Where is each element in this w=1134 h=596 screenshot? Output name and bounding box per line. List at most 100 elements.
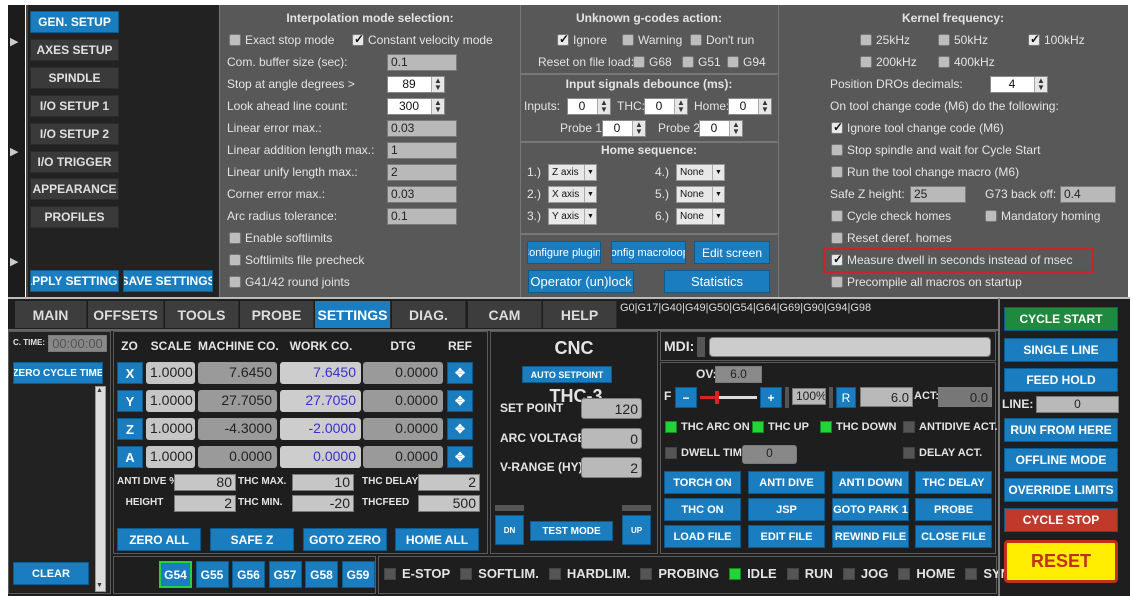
kernel-100khz-checkbox[interactable] bbox=[1028, 32, 1040, 46]
ref-home-x-icon[interactable]: ✥ bbox=[447, 362, 473, 384]
work-coord-y[interactable]: 27.7050 bbox=[280, 390, 361, 412]
dont-run-checkbox[interactable] bbox=[690, 34, 702, 46]
mandatory-homing-checkbox[interactable] bbox=[985, 210, 997, 222]
auto-setpoint-button[interactable]: AUTO SETPOINT bbox=[522, 366, 612, 383]
param-anti-dive-input[interactable]: 80 bbox=[174, 474, 236, 491]
feed-increase-button[interactable]: + bbox=[760, 387, 782, 408]
sidebar-item-profiles[interactable]: PROFILES bbox=[30, 206, 119, 229]
home-step-3-dropdown[interactable]: Y axis ▼ bbox=[548, 208, 597, 225]
tab-diag[interactable]: DIAG. bbox=[392, 301, 466, 328]
close-file-button[interactable]: CLOSE FILE bbox=[915, 525, 992, 548]
linear-error-max-input[interactable]: 0.03 bbox=[387, 120, 457, 137]
work-offset-g54-button[interactable]: G54 bbox=[159, 561, 192, 588]
override-limits-button[interactable]: OVERRIDE LIMITS bbox=[1004, 478, 1118, 502]
tab-offsets[interactable]: OFFSETS bbox=[88, 301, 164, 328]
tab-main[interactable]: MAIN bbox=[15, 301, 87, 328]
arc-radius-tolerance-input[interactable]: 0.1 bbox=[387, 208, 457, 225]
anti-dive-button[interactable]: ANTI DIVE bbox=[748, 471, 825, 494]
measure-dwell-seconds-checkbox[interactable] bbox=[831, 252, 843, 266]
zero-all-button[interactable]: ZERO ALL bbox=[117, 528, 201, 551]
exact-stop-mode-checkbox[interactable] bbox=[229, 34, 241, 46]
param-thc-delay-input[interactable]: 2 bbox=[418, 474, 480, 491]
work-offset-g59-button[interactable]: G59 bbox=[341, 561, 375, 588]
tab-probe[interactable]: PROBE bbox=[240, 301, 314, 328]
probe-button[interactable]: PROBE bbox=[915, 498, 992, 521]
param-height-input[interactable]: 2 bbox=[174, 495, 236, 512]
thc-down-arrow-icon[interactable]: DN bbox=[495, 515, 524, 545]
work-coord-x[interactable]: 7.6450 bbox=[280, 362, 361, 384]
tab-cam[interactable]: CAM bbox=[468, 301, 542, 328]
expand-arrow-icon[interactable]: ▶ bbox=[10, 34, 18, 50]
axis-z-zero-button[interactable]: Z bbox=[117, 418, 143, 440]
probe1-debounce-spinner[interactable]: 0 ▲ ▼ bbox=[602, 120, 646, 137]
g73-back-off-input[interactable]: 0.4 bbox=[1060, 186, 1116, 203]
tab-help[interactable]: HELP bbox=[543, 301, 617, 328]
expand-arrow-icon[interactable]: ▶ bbox=[10, 144, 18, 160]
work-coord-z[interactable]: -2.0000 bbox=[280, 418, 361, 440]
mdi-input[interactable] bbox=[709, 337, 991, 357]
load-file-button[interactable]: LOAD FILE bbox=[664, 525, 741, 548]
spin-arrows-icon[interactable]: ▲ ▼ bbox=[431, 99, 444, 114]
cycle-start-button[interactable]: CYCLE START bbox=[1004, 307, 1118, 331]
home-step-1-dropdown[interactable]: Z axis ▼ bbox=[548, 164, 597, 181]
run-from-here-button[interactable]: RUN FROM HERE bbox=[1004, 418, 1118, 442]
spin-arrows-icon[interactable]: ▲ ▼ bbox=[597, 99, 610, 114]
run-tool-change-macro-checkbox[interactable] bbox=[831, 166, 843, 178]
feed-override-percent[interactable]: 100% bbox=[792, 388, 826, 405]
stop-at-angle-degrees-spinner[interactable]: 89 ▲ ▼ bbox=[387, 76, 445, 93]
g68-checkbox[interactable] bbox=[633, 56, 645, 68]
slider-handle[interactable] bbox=[715, 391, 720, 404]
safe-z-input[interactable]: 25 bbox=[910, 186, 966, 203]
offline-mode-button[interactable]: OFFLINE MODE bbox=[1004, 448, 1118, 472]
scale-y[interactable]: 1.0000 bbox=[146, 390, 195, 412]
arc-voltage-input[interactable]: 0 bbox=[581, 428, 642, 449]
sidebar-item-i-o-trigger[interactable]: I/O TRIGGER bbox=[30, 150, 119, 173]
sidebar-item-i-o-setup-1[interactable]: I/O SETUP 1 bbox=[30, 94, 119, 117]
com-buffer-size-sec-input[interactable]: 0.1 bbox=[387, 54, 457, 71]
linear-addition-length-max-input[interactable]: 1 bbox=[387, 142, 457, 159]
spin-arrows-icon[interactable]: ▲ ▼ bbox=[758, 99, 771, 114]
spin-arrows-icon[interactable]: ▲ ▼ bbox=[729, 121, 742, 136]
feed-readout[interactable]: 6.0 bbox=[860, 387, 913, 407]
reset-button[interactable]: RESET bbox=[1004, 540, 1118, 583]
sidebar-item-i-o-setup-2[interactable]: I/O SETUP 2 bbox=[30, 122, 119, 145]
g94-checkbox[interactable] bbox=[727, 56, 739, 68]
log-scrollbar[interactable] bbox=[95, 386, 106, 592]
ov-readout[interactable]: 6.0 bbox=[715, 366, 762, 383]
spin-arrows-icon[interactable]: ▲ ▼ bbox=[431, 77, 444, 92]
ref-home-a-icon[interactable]: ✥ bbox=[447, 446, 473, 468]
home-step-5-dropdown[interactable]: None ▼ bbox=[676, 186, 725, 203]
configure-plugins-button[interactable]: Configure plugins bbox=[527, 241, 601, 264]
feed-reset-button[interactable]: R bbox=[836, 387, 856, 408]
g41-42-round-joints-checkbox[interactable] bbox=[229, 276, 241, 288]
g51-checkbox[interactable] bbox=[682, 56, 694, 68]
param-thc-max-input[interactable]: 10 bbox=[292, 474, 354, 491]
home-all-button[interactable]: HOME ALL bbox=[395, 528, 479, 551]
scale-z[interactable]: 1.0000 bbox=[146, 418, 195, 440]
ref-home-z-icon[interactable]: ✥ bbox=[447, 418, 473, 440]
ignore-checkbox[interactable] bbox=[557, 32, 569, 46]
feed-override-slider[interactable] bbox=[700, 391, 757, 404]
statistics-button[interactable]: Statistics bbox=[664, 270, 770, 293]
jsp-button[interactable]: JSP bbox=[748, 498, 825, 521]
tab-tools[interactable]: TOOLS bbox=[165, 301, 239, 328]
scale-a[interactable]: 1.0000 bbox=[146, 446, 195, 468]
line-number-input[interactable]: 0 bbox=[1036, 396, 1119, 413]
enable-softlimits-checkbox[interactable] bbox=[229, 232, 241, 244]
thc-up-arrow-icon[interactable]: UP bbox=[622, 515, 651, 545]
inputs-debounce-spinner[interactable]: 0 ▲ ▼ bbox=[567, 98, 611, 115]
sidebar-item-appearance[interactable]: APPEARANCE bbox=[30, 178, 119, 201]
kernel-400khz-checkbox[interactable] bbox=[938, 56, 950, 68]
sidebar-item-axes-setup[interactable]: AXES SETUP bbox=[30, 38, 119, 61]
dwell-time-readout[interactable]: 0 bbox=[742, 445, 797, 464]
axis-a-zero-button[interactable]: A bbox=[117, 446, 143, 468]
cycle-check-homes-checkbox[interactable] bbox=[831, 210, 843, 222]
dro-decimals-spinner[interactable]: 4 ▲ ▼ bbox=[990, 76, 1048, 93]
ref-home-y-icon[interactable]: ✥ bbox=[447, 390, 473, 412]
param-thc-min-input[interactable]: -20 bbox=[292, 495, 354, 512]
thc-delay-button[interactable]: THC DELAY bbox=[915, 471, 992, 494]
work-offset-g57-button[interactable]: G57 bbox=[268, 561, 302, 588]
cycle-time-readout[interactable]: 00:00:00 bbox=[48, 335, 107, 352]
tab-settings[interactable]: SETTINGS bbox=[315, 301, 391, 328]
work-coord-a[interactable]: 0.0000 bbox=[280, 446, 361, 468]
